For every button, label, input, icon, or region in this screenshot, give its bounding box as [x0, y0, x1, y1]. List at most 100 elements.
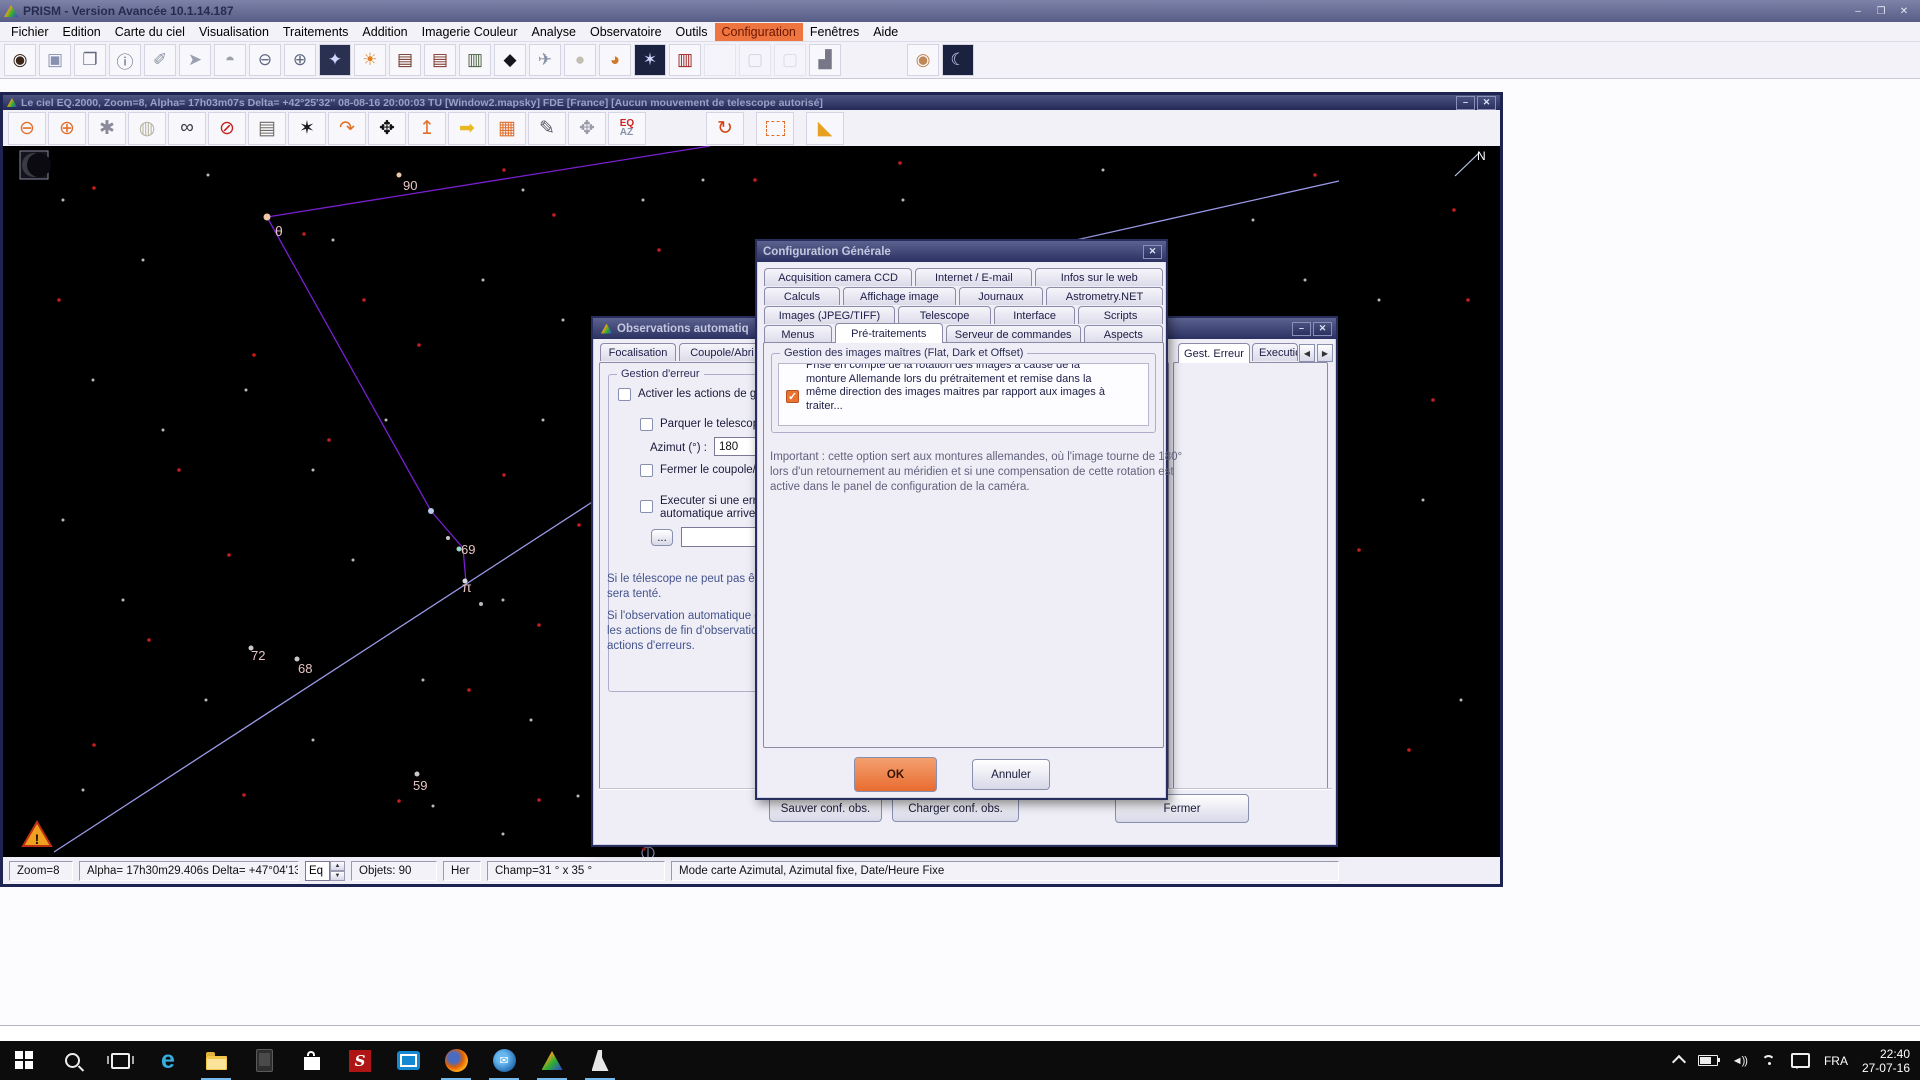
- taskbar-lab-app-icon[interactable]: [576, 1041, 624, 1080]
- display-options-icon[interactable]: ✎: [528, 112, 566, 145]
- taskbar-prism-icon[interactable]: [528, 1041, 576, 1080]
- angle-tool-icon[interactable]: ◣: [806, 112, 844, 145]
- tab-infos-sur-le-web[interactable]: Infos sur le web: [1035, 268, 1163, 286]
- center-object-icon[interactable]: ✥: [368, 112, 406, 145]
- tab-scroll-right-button[interactable]: ▶: [1317, 344, 1333, 362]
- menu-observatoire[interactable]: Observatoire: [583, 23, 669, 41]
- taskbar-thunderbird-icon[interactable]: ✉: [480, 1041, 528, 1080]
- close-dome-checkbox[interactable]: [640, 464, 653, 477]
- goto-slew-icon[interactable]: ➡: [448, 112, 486, 145]
- image-view-icon[interactable]: ✦: [319, 44, 351, 76]
- menu-edition[interactable]: Edition: [56, 23, 108, 41]
- enable-error-actions-checkbox[interactable]: [618, 388, 631, 401]
- chart-settings-icon[interactable]: ✱: [88, 112, 126, 145]
- black-module-icon[interactable]: ◆: [494, 44, 526, 76]
- config-dialog-titlebar[interactable]: Configuration Générale ✕: [757, 241, 1166, 262]
- ok-button[interactable]: OK: [854, 757, 937, 792]
- rocket-icon[interactable]: ✈: [529, 44, 561, 76]
- tab-astrometry-net[interactable]: Astrometry.NET: [1046, 287, 1163, 305]
- menu-carte-du-ciel[interactable]: Carte du ciel: [108, 23, 192, 41]
- tab-acquisition-camera-ccd[interactable]: Acquisition camera CCD: [764, 268, 912, 286]
- find-star-icon[interactable]: ✶: [288, 112, 326, 145]
- tray-chevron-icon[interactable]: [1672, 1055, 1686, 1069]
- menu-addition[interactable]: Addition: [355, 23, 414, 41]
- tab-focalisation[interactable]: Focalisation: [600, 343, 676, 361]
- tab-images-jpeg-tiff[interactable]: Images (JPEG/TIFF): [764, 306, 895, 324]
- celestial-sphere-icon[interactable]: ◍: [128, 112, 166, 145]
- taskbar-firefox-icon[interactable]: [432, 1041, 480, 1080]
- tab-interface[interactable]: Interface: [994, 306, 1075, 324]
- rotation-option-checkbox[interactable]: [786, 390, 799, 403]
- browse-script-button[interactable]: ...: [651, 529, 673, 546]
- elevation-icon[interactable]: ↥: [408, 112, 446, 145]
- warning-icon[interactable]: !: [23, 822, 51, 847]
- tab-affichage-image[interactable]: Affichage image: [843, 287, 956, 305]
- tab-journaux[interactable]: Journaux: [959, 287, 1043, 305]
- taskbar-store-icon[interactable]: [288, 1041, 336, 1080]
- portrait-icon[interactable]: ◉: [907, 44, 939, 76]
- park-telescope-checkbox[interactable]: [640, 418, 653, 431]
- taskbar-mobile-app-icon[interactable]: [240, 1041, 288, 1080]
- taskbar-start-icon[interactable]: [0, 1041, 48, 1080]
- menu-visualisation[interactable]: Visualisation: [192, 23, 276, 41]
- obs-close-button[interactable]: ✕: [1313, 322, 1332, 336]
- solar-system-icon[interactable]: ☀: [354, 44, 386, 76]
- pointer-icon[interactable]: ➤: [179, 44, 211, 76]
- app-titlebar[interactable]: PRISM - Version Avancée 10.1.14.187 – ❐ …: [0, 0, 1920, 22]
- menu-analyse[interactable]: Analyse: [525, 23, 583, 41]
- copy-window-icon[interactable]: ❐: [74, 44, 106, 76]
- clock[interactable]: 22:40 27-07-16: [1862, 1047, 1910, 1075]
- sky-minimize-button[interactable]: –: [1456, 96, 1475, 110]
- tab-serveur-de-commandes[interactable]: Serveur de commandes: [946, 325, 1081, 343]
- execute-script-checkbox[interactable]: [640, 500, 653, 513]
- tab-aspects[interactable]: Aspects: [1084, 325, 1163, 343]
- tab-gest-erreur[interactable]: Gest. Erreur: [1178, 343, 1250, 363]
- menu-imagerie-couleur[interactable]: Imagerie Couleur: [415, 23, 525, 41]
- menu-traitements[interactable]: Traitements: [276, 23, 356, 41]
- ccd-camera-2-icon[interactable]: ▤: [424, 44, 456, 76]
- menu-fichier[interactable]: Fichier: [4, 23, 56, 41]
- menu-outils[interactable]: Outils: [669, 23, 715, 41]
- dome-icon[interactable]: ◓: [214, 44, 246, 76]
- obs-minimize-button[interactable]: –: [1292, 322, 1311, 336]
- zoom-in-icon[interactable]: ⊕: [48, 112, 86, 145]
- wifi-icon[interactable]: [1761, 1055, 1777, 1066]
- tab-coupole-abri[interactable]: Coupole/Abri: [679, 343, 765, 361]
- info-icon[interactable]: ⓘ: [109, 44, 141, 76]
- night-image-icon[interactable]: ☾: [942, 44, 974, 76]
- sky-globe-icon[interactable]: ●: [564, 44, 596, 76]
- taskbar-task-view-icon[interactable]: [96, 1041, 144, 1080]
- tools-ball-icon[interactable]: ◕: [599, 44, 631, 76]
- tab-scroll-left-button[interactable]: ◀: [1299, 344, 1315, 362]
- battery-icon[interactable]: [1698, 1055, 1718, 1066]
- eq-az-icon[interactable]: EQAZ: [608, 112, 646, 145]
- print-icon[interactable]: ▤: [248, 112, 286, 145]
- taskbar-dragon-app-icon[interactable]: S: [336, 1041, 384, 1080]
- coord-mode-selector[interactable]: Eq▲▼: [305, 861, 345, 881]
- ccd-camera-icon[interactable]: ▤: [389, 44, 421, 76]
- tab-execution[interactable]: Execution: [1252, 343, 1298, 361]
- tab-scripts[interactable]: Scripts: [1078, 306, 1163, 324]
- lamp-icon[interactable]: ✐: [144, 44, 176, 76]
- cancel-button[interactable]: Annuler: [972, 759, 1050, 790]
- ccd-red-icon[interactable]: ▥: [669, 44, 701, 76]
- select-region-icon[interactable]: [756, 112, 794, 145]
- tab-menus[interactable]: Menus: [764, 325, 832, 343]
- menu-configuration[interactable]: Configuration: [715, 23, 803, 41]
- taskbar-search-icon[interactable]: [48, 1041, 96, 1080]
- sky-window-titlebar[interactable]: Le ciel EQ.2000, Zoom=8, Alpha= 17h03m07…: [3, 95, 1500, 110]
- camera-icon[interactable]: ◉: [4, 44, 36, 76]
- flip-view-icon[interactable]: ↷: [328, 112, 366, 145]
- camera-control-icon[interactable]: ▥: [459, 44, 491, 76]
- refresh-icon[interactable]: ↻: [706, 112, 744, 145]
- speaker-icon[interactable]: ◄)): [1732, 1055, 1747, 1067]
- starfield-icon[interactable]: ✶: [634, 44, 666, 76]
- reduce-field-icon[interactable]: ✥: [568, 112, 606, 145]
- moon-phase-icon[interactable]: [20, 151, 51, 179]
- menu-fen-tres[interactable]: Fenêtres: [803, 23, 866, 41]
- taskbar-edge-icon[interactable]: e: [144, 1041, 192, 1080]
- maximize-button[interactable]: ❐: [1871, 4, 1891, 19]
- save-icon[interactable]: ▣: [39, 44, 71, 76]
- notifications-icon[interactable]: [1791, 1053, 1810, 1068]
- tab-telescope[interactable]: Telescope: [898, 306, 991, 324]
